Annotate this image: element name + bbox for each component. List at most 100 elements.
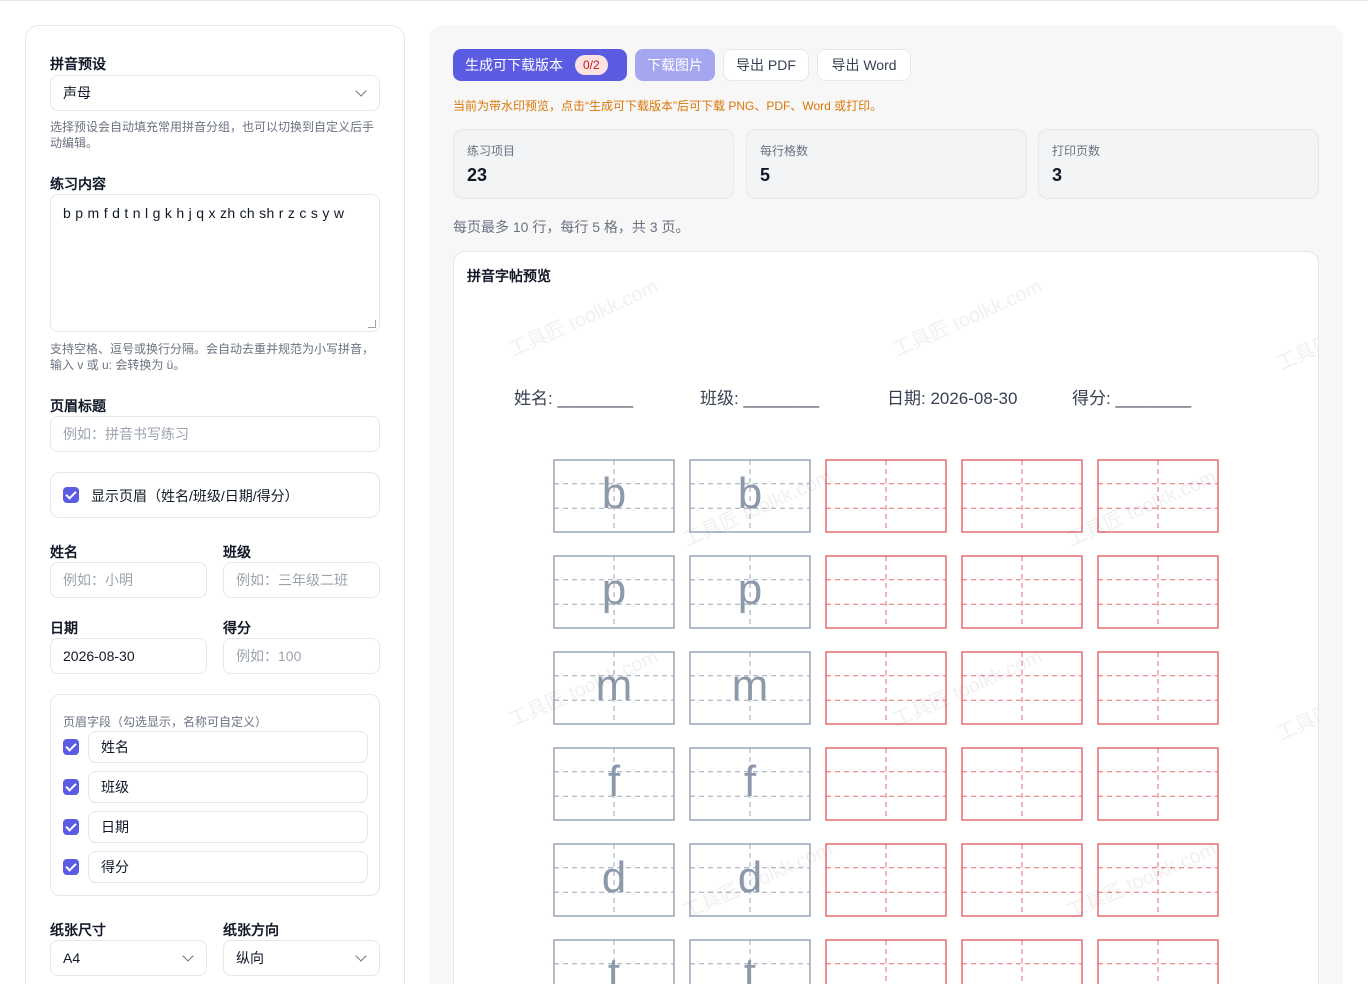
practice-cell [1097, 747, 1219, 821]
trace-cell: p [553, 555, 675, 629]
trace-cell: t [553, 939, 675, 984]
preset-hint: 选择预设会自动填充常用拼音分组，也可以切换到自定义后手动编辑。 [50, 120, 375, 150]
settings-panel: 拼音预设 声母 选择预设会自动填充常用拼音分组，也可以切换到自定义后手动编辑。 … [25, 25, 405, 984]
trace-cell: p [689, 555, 811, 629]
practice-cell [825, 555, 947, 629]
practice-cell [1097, 459, 1219, 533]
content-textarea[interactable]: b p m f d t n l g k h j q x zh ch sh r z… [50, 194, 380, 332]
title-label: 页眉标题 [50, 398, 106, 414]
field-input-date[interactable]: 日期 [88, 811, 368, 843]
generate-button[interactable]: 生成可下载版本 0/2 [453, 49, 627, 81]
practice-cell [1097, 843, 1219, 917]
chevron-down-icon [355, 950, 367, 962]
preset-select[interactable]: 声母 [50, 75, 380, 111]
preset-label: 拼音预设 [50, 56, 106, 72]
chevron-down-icon [355, 85, 367, 97]
trace-letter: m [596, 661, 633, 710]
header-fields-card: 页眉字段（勾选显示，名称可自定义） 姓名 班级 日期 得分 [50, 694, 380, 896]
trace-cell: d [553, 843, 675, 917]
practice-cell [961, 459, 1083, 533]
show-header-toggle[interactable]: 显示页眉（姓名/班级/日期/得分） [50, 472, 380, 518]
stat-value: 5 [760, 165, 771, 185]
stat-label: 练习项目 [467, 144, 516, 158]
stat-value: 3 [1052, 165, 1063, 185]
field-input-name[interactable]: 姓名 [88, 731, 368, 763]
export-pdf-button[interactable]: 导出 PDF [723, 49, 809, 81]
title-input[interactable]: 例如：拼音书写练习 [50, 416, 380, 452]
trace-cell: b [689, 459, 811, 533]
practice-cell [961, 555, 1083, 629]
practice-cell [825, 651, 947, 725]
name-label: 姓名 [50, 544, 78, 560]
trace-cell: f [689, 747, 811, 821]
paper-label: 纸张尺寸 [50, 922, 106, 938]
chevron-down-icon [182, 950, 194, 962]
trace-cell: m [553, 651, 675, 725]
date-input[interactable]: 2026-08-30 [50, 638, 207, 674]
trace-letter: f [744, 757, 757, 806]
trace-cell: f [553, 747, 675, 821]
generate-count-badge: 0/2 [575, 55, 608, 75]
trace-letter: b [738, 469, 762, 518]
stat-card-pages: 打印页数 3 [1038, 129, 1319, 199]
header-fields-title: 页眉字段（勾选显示，名称可自定义） [63, 715, 268, 729]
trace-letter: d [738, 853, 762, 902]
preset-value: 声母 [63, 85, 91, 101]
practice-cell [1097, 555, 1219, 629]
stat-card-items: 练习项目 23 [453, 129, 734, 199]
stat-value: 23 [467, 165, 488, 185]
practice-cell [1097, 651, 1219, 725]
stat-label: 每行格数 [760, 144, 809, 158]
field-input-class[interactable]: 班级 [88, 771, 368, 803]
field-checkbox-score[interactable] [63, 859, 79, 875]
preview-panel: 生成可下载版本 0/2 下载图片 导出 PDF 导出 Word 当前为带水印预览… [429, 25, 1343, 984]
field-checkbox-class[interactable] [63, 779, 79, 795]
content-value: b p m f d t n l g k h j q x zh ch sh r z… [63, 205, 345, 221]
field-checkbox-name[interactable] [63, 739, 79, 755]
trace-letter: p [738, 565, 762, 614]
score-input[interactable]: 例如：100 [223, 638, 380, 674]
top-border [0, 0, 1368, 1]
practice-cell [825, 939, 947, 984]
trace-letter: t [744, 949, 756, 984]
practice-grid: b bp pm mf fd dt t [553, 459, 1219, 984]
date-label: 日期 [50, 620, 78, 636]
practice-cell [1097, 939, 1219, 984]
worksheet-preview: 拼音字帖预览 姓名: ________ 班级: ________ 日期: 202… [453, 251, 1319, 984]
trace-cell: b [553, 459, 675, 533]
field-checkbox-date[interactable] [63, 819, 79, 835]
trace-letter: m [732, 661, 769, 710]
practice-cell [961, 939, 1083, 984]
generate-label: 生成可下载版本 [465, 57, 563, 73]
show-header-label: 显示页眉（姓名/班级/日期/得分） [91, 488, 299, 504]
page-summary: 每页最多 10 行，每行 5 格，共 3 页。 [453, 219, 690, 235]
content-label: 练习内容 [50, 176, 106, 192]
class-label: 班级 [223, 544, 251, 560]
resize-handle[interactable] [368, 320, 376, 328]
export-word-button[interactable]: 导出 Word [817, 49, 911, 81]
trace-cell: m [689, 651, 811, 725]
practice-cell [961, 747, 1083, 821]
paper-value: A4 [63, 950, 81, 966]
class-input[interactable]: 例如：三年级二班 [223, 562, 380, 598]
show-header-checkbox[interactable] [63, 487, 79, 503]
practice-cell [825, 459, 947, 533]
score-label: 得分 [223, 620, 251, 636]
trace-letter: d [602, 853, 626, 902]
trace-cell: d [689, 843, 811, 917]
content-hint: 支持空格、逗号或换行分隔。会自动去重并规范为小写拼音，输入 v 或 u: 会转换… [50, 342, 375, 372]
download-image-button[interactable]: 下载图片 [635, 49, 715, 81]
stat-card-cells: 每行格数 5 [746, 129, 1027, 199]
stat-label: 打印页数 [1052, 144, 1101, 158]
practice-cell [961, 843, 1083, 917]
trace-cell: t [689, 939, 811, 984]
trace-letter: p [602, 565, 626, 614]
trace-letter: b [602, 469, 626, 518]
orientation-select[interactable]: 纵向 [223, 940, 380, 976]
orientation-label: 纸张方向 [223, 922, 279, 938]
field-input-score[interactable]: 得分 [88, 851, 368, 883]
name-input[interactable]: 例如：小明 [50, 562, 207, 598]
paper-select[interactable]: A4 [50, 940, 207, 976]
orientation-value: 纵向 [236, 950, 264, 966]
practice-cell [961, 651, 1083, 725]
